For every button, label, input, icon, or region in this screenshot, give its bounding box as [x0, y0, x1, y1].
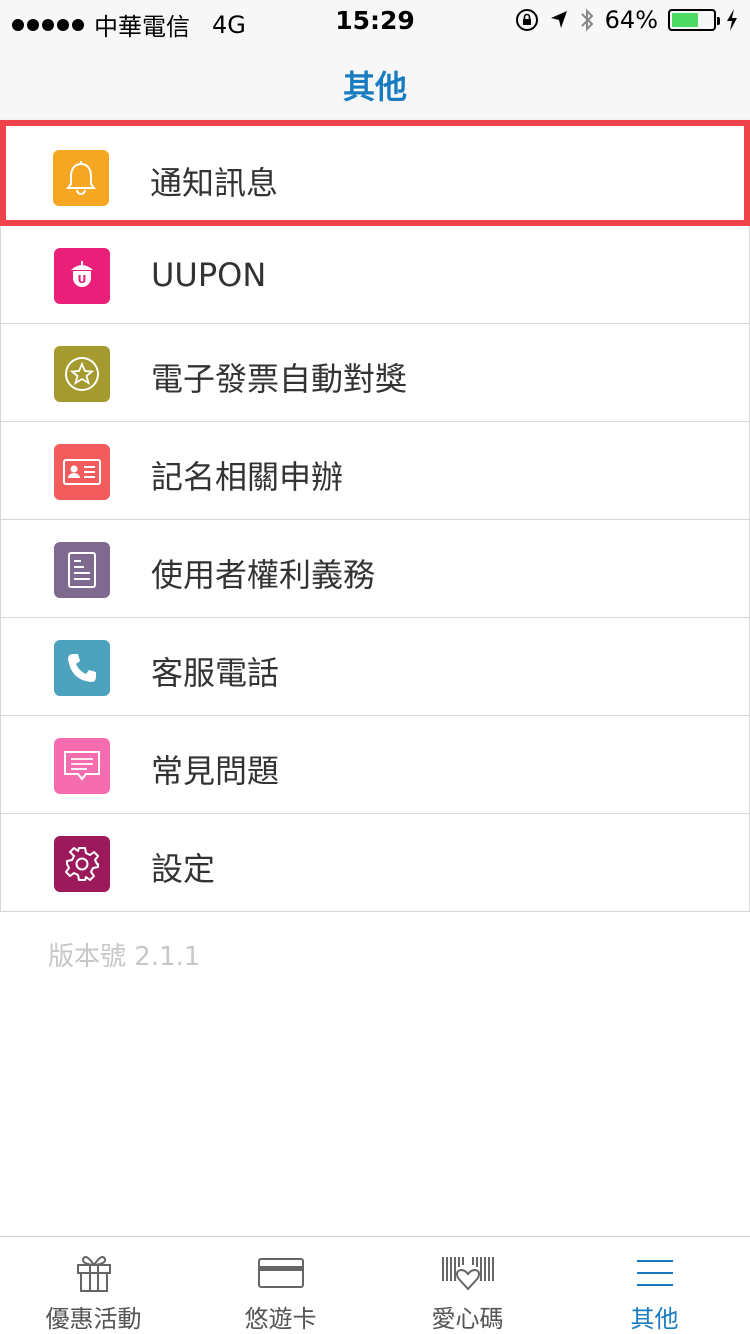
menu-item-label: 常見問題: [151, 752, 280, 790]
menu-item-label: 記名相關申辦: [151, 458, 344, 496]
chat-bubble-icon: [54, 738, 110, 794]
orientation-lock-icon: [515, 9, 538, 31]
navigation-bar: 其他: [0, 40, 750, 120]
battery-percent: 64%: [604, 6, 658, 34]
menu-item-label: 客服電話: [151, 654, 280, 692]
menu-item-customer-service[interactable]: 客服電話: [0, 618, 750, 716]
menu-item-label: 設定: [151, 850, 216, 888]
status-right: 64%: [515, 6, 738, 34]
menu-item-label: 通知訊息: [150, 164, 279, 202]
tab-label: 優惠活動: [45, 1305, 142, 1333]
menu-item-uupon[interactable]: U UUPON: [0, 226, 750, 324]
bell-icon: [53, 150, 109, 206]
barcode-heart-icon: [374, 1251, 561, 1295]
menu-item-notifications[interactable]: 通知訊息: [0, 120, 750, 226]
gear-icon: [54, 836, 110, 892]
charging-bolt-icon: [727, 9, 737, 31]
tab-label: 愛心碼: [431, 1305, 504, 1333]
id-card-icon: [54, 444, 110, 500]
location-arrow-icon: [550, 11, 567, 28]
menu-item-e-invoice[interactable]: 電子發票自動對獎: [0, 324, 750, 422]
page-title: 其他: [342, 68, 407, 106]
tab-love-code[interactable]: 愛心碼: [374, 1237, 561, 1334]
version-label: 版本號 2.1.1: [48, 942, 201, 972]
menu-item-registration[interactable]: 記名相關申辦: [0, 422, 750, 520]
status-bar: 中華電信 4G 15:29 64%: [0, 0, 750, 41]
tab-bar: 優惠活動 悠遊卡 愛心碼 其他: [0, 1236, 750, 1334]
svg-text:U: U: [78, 273, 87, 286]
menu-list: 通知訊息 U UUPON 電子發票自動對獎 記名相關申辦 使用者權利義務 客服電…: [0, 120, 750, 912]
tab-promotions[interactable]: 優惠活動: [0, 1237, 187, 1334]
menu-item-faq[interactable]: 常見問題: [0, 716, 750, 814]
tab-easycard[interactable]: 悠遊卡: [187, 1237, 374, 1334]
tab-others[interactable]: 其他: [561, 1237, 748, 1334]
gift-icon: [0, 1251, 187, 1295]
document-icon: [54, 542, 110, 598]
menu-item-label: UUPON: [151, 256, 267, 294]
acorn-icon: U: [54, 248, 110, 304]
battery-fill: [672, 13, 698, 27]
card-icon: [187, 1251, 374, 1295]
screen: 中華電信 4G 15:29 64% 其他 通知訊息 U UUPON 電子發票自動…: [0, 0, 750, 1334]
battery-icon: [668, 9, 720, 31]
menu-item-label: 使用者權利義務: [151, 556, 376, 594]
menu-item-label: 電子發票自動對獎: [151, 360, 408, 398]
tab-label: 其他: [630, 1305, 679, 1333]
menu-lines-icon: [561, 1251, 748, 1295]
tab-label: 悠遊卡: [244, 1305, 317, 1333]
menu-item-settings[interactable]: 設定: [0, 814, 750, 912]
phone-icon: [54, 640, 110, 696]
bluetooth-icon: [580, 8, 594, 32]
menu-item-user-rights[interactable]: 使用者權利義務: [0, 520, 750, 618]
star-badge-icon: [54, 346, 110, 402]
